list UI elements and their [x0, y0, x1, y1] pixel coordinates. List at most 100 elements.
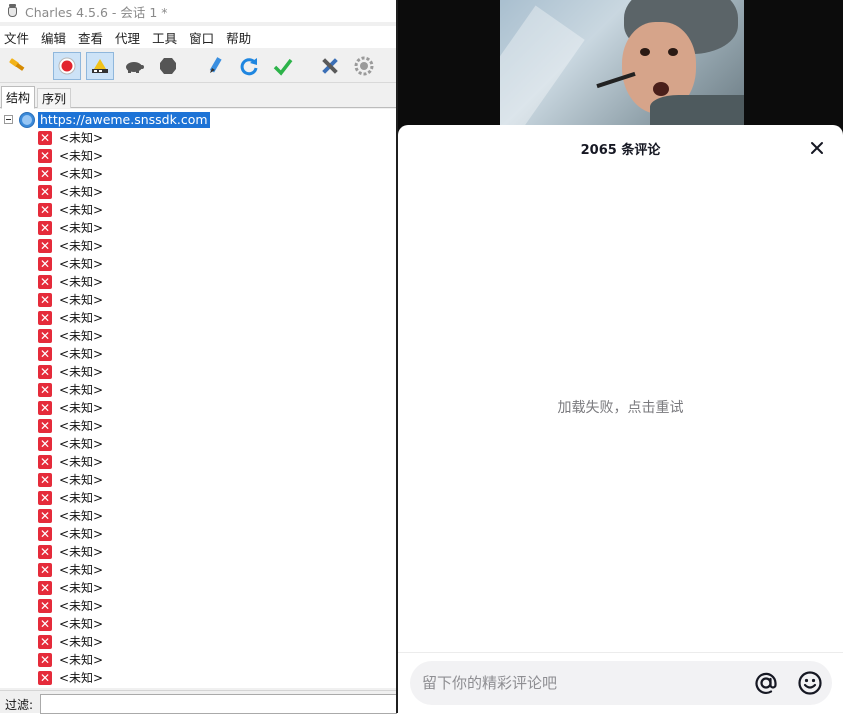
- error-icon: ✕: [38, 527, 52, 541]
- tree-row-unknown[interactable]: ✕ <未知>: [38, 291, 338, 309]
- tree-row-unknown[interactable]: ✕ <未知>: [38, 147, 338, 165]
- globe-icon: [19, 112, 35, 128]
- divider: [398, 652, 843, 653]
- tree-row-unknown[interactable]: ✕ <未知>: [38, 129, 338, 147]
- tab-sequence[interactable]: 序列: [37, 88, 72, 108]
- tree-row-unknown[interactable]: ✕ <未知>: [38, 165, 338, 183]
- tree-row-unknown[interactable]: ✕ <未知>: [38, 489, 338, 507]
- error-icon: ✕: [38, 221, 52, 235]
- tab-structure[interactable]: 结构: [1, 86, 36, 109]
- menu-bar: 文件 编辑 查看 代理 工具 窗口 帮助: [0, 26, 397, 48]
- filter-bar: 过滤:: [0, 690, 397, 714]
- menu-window[interactable]: 窗口: [189, 28, 214, 47]
- tree-row-label: <未知>: [59, 581, 104, 595]
- comment-input[interactable]: [422, 670, 742, 696]
- at-mention-button[interactable]: [752, 669, 780, 697]
- error-icon: ✕: [38, 599, 52, 613]
- collapse-toggle-icon[interactable]: [4, 115, 13, 124]
- tree-row-unknown[interactable]: ✕ <未知>: [38, 237, 338, 255]
- settings-icon[interactable]: [350, 52, 378, 80]
- tree-row-unknown[interactable]: ✕ <未知>: [38, 669, 338, 687]
- tree-row-unknown[interactable]: ✕ <未知>: [38, 345, 338, 363]
- tree-row-label: <未知>: [59, 329, 104, 343]
- menu-proxy[interactable]: 代理: [115, 28, 140, 47]
- menu-view[interactable]: 查看: [78, 28, 103, 47]
- tree-row-label: <未知>: [59, 365, 104, 379]
- title-bar: Charles 4.5.6 - 会话 1 *: [0, 0, 397, 22]
- throttle-icon[interactable]: [86, 52, 114, 80]
- error-icon: ✕: [38, 437, 52, 451]
- host-label[interactable]: https://aweme.snssdk.com: [38, 112, 210, 128]
- tree-row-unknown[interactable]: ✕ <未知>: [38, 417, 338, 435]
- tree-row-unknown[interactable]: ✕ <未知>: [38, 255, 338, 273]
- structure-tree[interactable]: https://aweme.snssdk.com ✕ <未知> ✕ <未知> ✕ <未知>…: [0, 109, 396, 688]
- emoji-button[interactable]: [796, 669, 824, 697]
- error-icon: ✕: [38, 473, 52, 487]
- load-error-retry[interactable]: 加载失败，点击重试: [398, 397, 843, 417]
- tree-row-label: <未知>: [59, 491, 104, 505]
- menu-help[interactable]: 帮助: [226, 28, 251, 47]
- broom-icon[interactable]: [4, 52, 32, 80]
- pen-icon[interactable]: [201, 52, 229, 80]
- tree-root-row[interactable]: https://aweme.snssdk.com: [0, 111, 396, 129]
- menu-edit[interactable]: 编辑: [41, 28, 66, 47]
- error-icon: ✕: [38, 545, 52, 559]
- menu-tools[interactable]: 工具: [152, 28, 177, 47]
- tree-row-label: <未知>: [59, 167, 104, 181]
- tree-row-unknown[interactable]: ✕ <未知>: [38, 597, 338, 615]
- tree-row-unknown[interactable]: ✕ <未知>: [38, 273, 338, 291]
- tree-row-label: <未知>: [59, 671, 104, 685]
- comment-box: [410, 661, 832, 705]
- view-tabs: 结构 序列: [0, 86, 397, 109]
- tree-row-unknown[interactable]: ✕ <未知>: [38, 381, 338, 399]
- toolbar: [0, 49, 397, 83]
- tree-row-label: <未知>: [59, 473, 104, 487]
- video-thumbnail[interactable]: [500, 0, 744, 126]
- tree-row-label: <未知>: [59, 635, 104, 649]
- tree-row-unknown[interactable]: ✕ <未知>: [38, 201, 338, 219]
- close-button[interactable]: [806, 137, 828, 159]
- tree-row-unknown[interactable]: ✕ <未知>: [38, 543, 338, 561]
- at-icon: [755, 672, 777, 695]
- comment-count-title: 2065 条评论: [580, 143, 661, 158]
- tree-row-label: <未知>: [59, 275, 104, 289]
- comment-sheet: 2065 条评论 加载失败，点击重试: [398, 125, 843, 713]
- tree-row-label: <未知>: [59, 131, 104, 145]
- tree-row-unknown[interactable]: ✕ <未知>: [38, 561, 338, 579]
- tree-row-unknown[interactable]: ✕ <未知>: [38, 327, 338, 345]
- tree-row-unknown[interactable]: ✕ <未知>: [38, 651, 338, 669]
- charles-jar-icon: [6, 4, 18, 18]
- tree-row-unknown[interactable]: ✕ <未知>: [38, 453, 338, 471]
- tree-row-unknown[interactable]: ✕ <未知>: [38, 579, 338, 597]
- tree-row-label: <未知>: [59, 563, 104, 577]
- tree-row-unknown[interactable]: ✕ <未知>: [38, 219, 338, 237]
- tree-row-unknown[interactable]: ✕ <未知>: [38, 399, 338, 417]
- error-icon: ✕: [38, 185, 52, 199]
- tree-row-label: <未知>: [59, 401, 104, 415]
- tree-row-label: <未知>: [59, 185, 104, 199]
- menu-file[interactable]: 文件: [4, 28, 29, 47]
- tree-row-unknown[interactable]: ✕ <未知>: [38, 507, 338, 525]
- record-icon[interactable]: [53, 52, 81, 80]
- filter-input[interactable]: [40, 694, 397, 714]
- tree-row-unknown[interactable]: ✕ <未知>: [38, 183, 338, 201]
- tree-row-unknown[interactable]: ✕ <未知>: [38, 633, 338, 651]
- turtle-icon[interactable]: [120, 52, 148, 80]
- error-icon: ✕: [38, 311, 52, 325]
- check-icon[interactable]: [269, 52, 297, 80]
- error-icon: ✕: [38, 257, 52, 271]
- tree-row-unknown[interactable]: ✕ <未知>: [38, 471, 338, 489]
- tree-row-label: <未知>: [59, 203, 104, 217]
- stop-icon[interactable]: [154, 52, 182, 80]
- tree-row-unknown[interactable]: ✕ <未知>: [38, 309, 338, 327]
- tree-row-unknown[interactable]: ✕ <未知>: [38, 435, 338, 453]
- error-icon: ✕: [38, 383, 52, 397]
- refresh-icon[interactable]: [235, 52, 263, 80]
- error-icon: ✕: [38, 365, 52, 379]
- tree-row-unknown[interactable]: ✕ <未知>: [38, 525, 338, 543]
- tree-row-label: <未知>: [59, 257, 104, 271]
- error-icon: ✕: [38, 635, 52, 649]
- tree-row-unknown[interactable]: ✕ <未知>: [38, 363, 338, 381]
- tree-row-unknown[interactable]: ✕ <未知>: [38, 615, 338, 633]
- tools-icon[interactable]: [316, 52, 344, 80]
